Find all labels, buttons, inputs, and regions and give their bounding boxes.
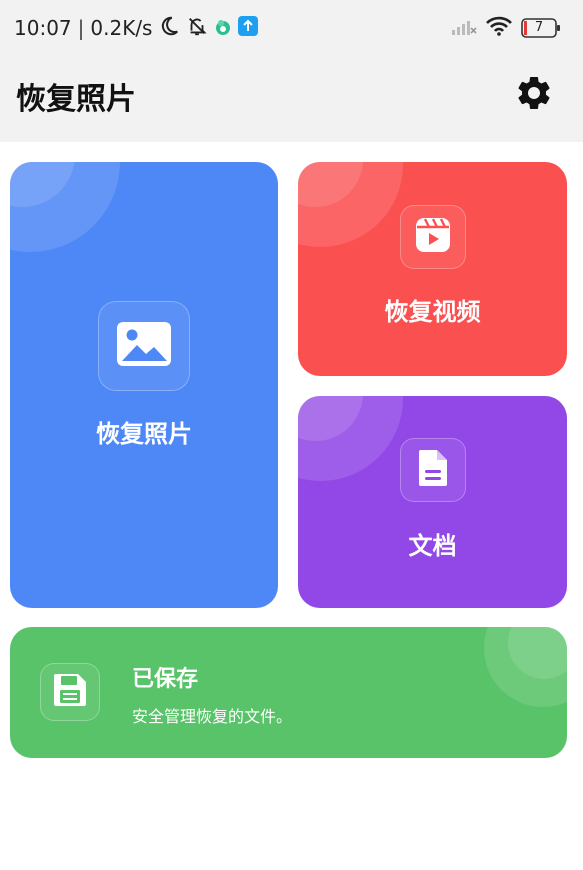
battery-icon: 7 xyxy=(521,18,561,38)
settings-button[interactable] xyxy=(513,74,555,116)
document-icon-box xyxy=(400,438,466,502)
saved-description: 安全管理恢复的文件。 xyxy=(132,707,293,726)
documents-card[interactable]: 文档 xyxy=(298,396,567,608)
image-icon xyxy=(115,320,173,372)
saved-card[interactable]: 已保存 安全管理恢复的文件。 xyxy=(10,627,567,758)
bell-off-icon xyxy=(186,15,208,42)
network-speed: 0.2K/s xyxy=(90,16,153,40)
recover-videos-label: 恢复视频 xyxy=(384,298,481,326)
floppy-icon-box xyxy=(40,663,100,721)
battery-level: 7 xyxy=(534,20,544,35)
page-title: 恢复照片 xyxy=(16,82,136,117)
recover-photos-card[interactable]: 恢复照片 xyxy=(10,162,278,608)
moon-icon xyxy=(158,15,180,42)
status-left: 10:07 | 0.2K/s xyxy=(14,14,259,42)
status-time: 10:07 xyxy=(14,16,72,40)
document-icon xyxy=(417,448,449,492)
status-right: 7 xyxy=(451,14,561,42)
status-separator: | xyxy=(77,16,85,40)
documents-label: 文档 xyxy=(408,532,457,560)
recover-videos-card[interactable]: 恢复视频 xyxy=(298,162,567,376)
video-icon-box xyxy=(400,205,466,269)
recover-photos-label: 恢复照片 xyxy=(96,420,192,448)
wifi-icon xyxy=(485,15,513,41)
upload-notification-icon xyxy=(238,15,259,41)
app-bar: 恢复照片 xyxy=(0,56,583,142)
gear-icon xyxy=(514,73,554,117)
signal-icon xyxy=(451,16,477,40)
status-bar: 10:07 | 0.2K/s 7 xyxy=(0,0,583,56)
floppy-disk-icon xyxy=(52,672,88,712)
saved-title: 已保存 xyxy=(132,667,199,692)
image-icon-box xyxy=(98,301,190,391)
video-clip-icon xyxy=(414,216,452,258)
app-notification-icon xyxy=(214,15,232,42)
